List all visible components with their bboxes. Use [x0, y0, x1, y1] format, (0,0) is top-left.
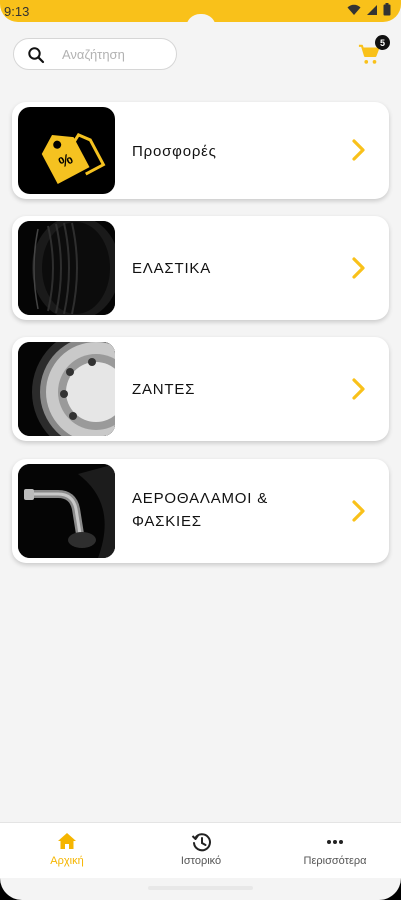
nav-item-history[interactable]: Ιστορικό	[134, 823, 268, 878]
category-card-offers[interactable]: % Προσφορές	[12, 102, 389, 199]
category-label-offers: Προσφορές	[132, 143, 217, 160]
chevron-right-icon	[352, 139, 365, 161]
battery-icon	[383, 3, 391, 16]
search-icon	[28, 47, 45, 64]
home-icon	[58, 833, 76, 849]
nav-label-home: Αρχική	[50, 855, 84, 867]
cart-badge: 5	[375, 35, 390, 50]
category-card-tires[interactable]: ΕΛΑΣΤΙΚΑ	[12, 216, 389, 320]
tire-image	[18, 221, 115, 315]
category-label-line-2: ΦΑΣΚΙΕΣ	[132, 513, 202, 530]
search-input[interactable]	[62, 44, 170, 64]
status-bar: 9:13	[0, 0, 401, 28]
wheel-rim-image	[18, 342, 115, 436]
category-label-tires: ΕΛΑΣΤΙΚΑ	[132, 260, 212, 277]
status-time: 9:13	[4, 4, 30, 19]
bottom-navigation: Αρχική Ιστορικό Περισσότερα	[0, 822, 401, 878]
app-screen: 9:13 5 %	[0, 0, 401, 900]
category-label-inner-tubes: ΑΕΡΟΘΑΛΑΜΟΙ & ΦΑΣΚΙΕΣ	[132, 487, 317, 533]
chevron-right-icon	[352, 500, 365, 522]
status-icons	[347, 3, 391, 16]
nav-item-home[interactable]: Αρχική	[0, 823, 134, 878]
search-bar[interactable]	[13, 38, 177, 70]
nav-label-more: Περισσότερα	[303, 855, 367, 867]
offers-tag-icon: %	[18, 107, 115, 194]
category-label-rims: ΖΑΝΤΕΣ	[132, 381, 196, 398]
camera-notch	[186, 14, 216, 28]
home-indicator[interactable]	[148, 886, 253, 890]
signal-icon	[367, 4, 377, 15]
nav-label-history: Ιστορικό	[180, 855, 222, 867]
chevron-right-icon	[352, 257, 365, 279]
chevron-right-icon	[352, 378, 365, 400]
category-label-line-1: ΑΕΡΟΘΑΛΑΜΟΙ &	[132, 490, 269, 507]
more-icon	[327, 840, 343, 844]
history-icon	[191, 833, 211, 852]
nav-item-more[interactable]: Περισσότερα	[268, 823, 401, 878]
category-card-inner-tubes[interactable]: ΑΕΡΟΘΑΛΑΜΟΙ & ΦΑΣΚΙΕΣ	[12, 459, 389, 563]
category-card-rims[interactable]: ΖΑΝΤΕΣ	[12, 337, 389, 441]
inner-tube-valve-image	[18, 464, 115, 558]
wifi-icon	[347, 4, 361, 15]
